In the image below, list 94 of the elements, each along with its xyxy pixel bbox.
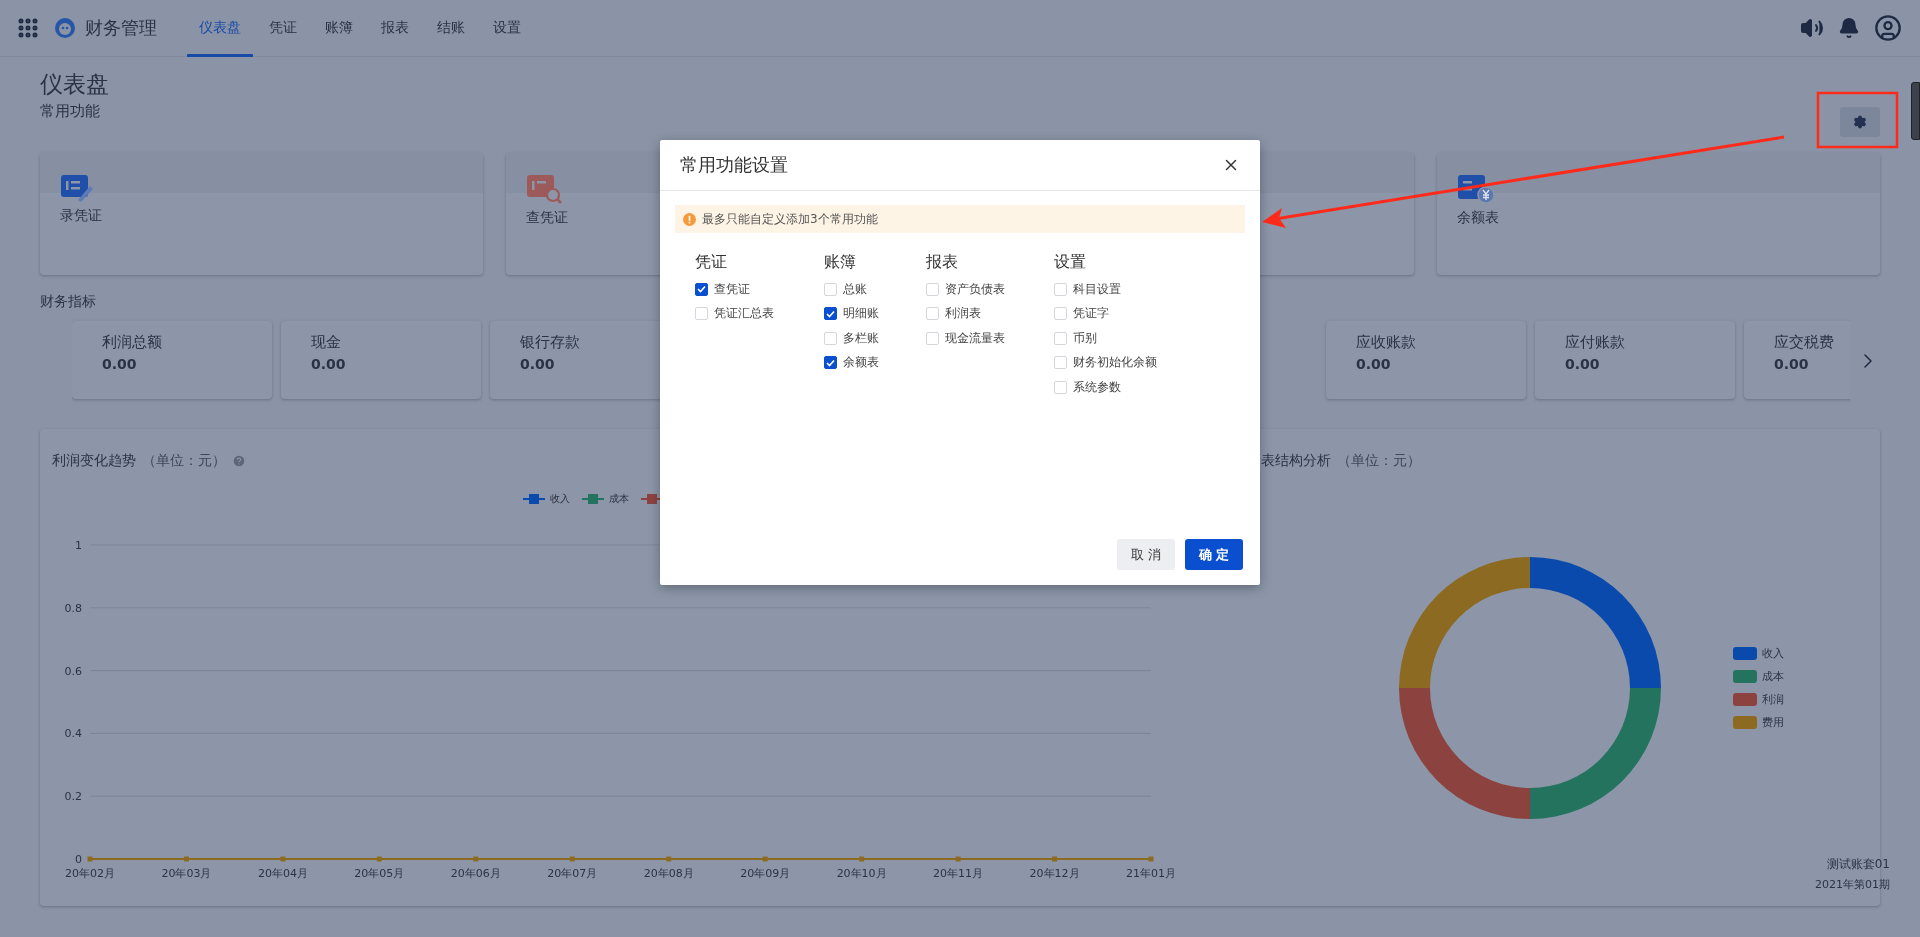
legend-label: 费用 xyxy=(1762,715,1784,730)
axis-label: 20年07月 xyxy=(547,867,598,880)
checkbox[interactable] xyxy=(824,307,837,321)
legend-label: 收入 xyxy=(550,492,570,506)
period-label: 2021年第01期 xyxy=(1815,877,1890,892)
axis-label: 20年02月 xyxy=(65,867,115,880)
indicator-value: 0.00 xyxy=(102,356,138,372)
nav-tab[interactable]: 设置 xyxy=(481,0,533,57)
axis-label: 0.4 xyxy=(64,727,82,741)
axis-label: 0.6 xyxy=(64,664,82,678)
app-name: 财务管理 xyxy=(85,16,157,40)
settings-button[interactable] xyxy=(1840,107,1880,137)
legend-marker xyxy=(523,494,545,504)
option-checkbox[interactable]: 查凭证 xyxy=(695,277,824,302)
voucher-pen-icon xyxy=(60,173,94,203)
indicator-label: 应收账款 xyxy=(1356,333,1417,352)
indicator-label: 应交税费 xyxy=(1774,333,1835,352)
legend-marker xyxy=(582,494,604,504)
indicator-label: 银行存款 xyxy=(520,333,581,352)
section-title: 财务指标 xyxy=(40,292,97,311)
option-checkbox[interactable]: 币别 xyxy=(1054,326,1260,351)
help-icon[interactable] xyxy=(232,454,246,468)
axis-label: 0.2 xyxy=(64,790,82,804)
indicator-value: 0.00 xyxy=(1356,356,1392,372)
speaker-icon[interactable] xyxy=(1800,16,1824,40)
axis-label: 20年04月 xyxy=(257,867,308,880)
group-title: 凭证 xyxy=(695,251,728,273)
dialog-button[interactable]: 确 定 xyxy=(1185,539,1243,570)
axis-label: 21年01月 xyxy=(1126,867,1176,880)
legend-label: 成本 xyxy=(609,492,629,506)
axis-label: 20年10月 xyxy=(836,867,887,880)
apps-grid-icon[interactable] xyxy=(16,16,40,40)
user-avatar-icon[interactable] xyxy=(1874,14,1902,42)
dialog-button[interactable]: 取 消 xyxy=(1117,539,1175,570)
indicator-label: 现金 xyxy=(311,333,342,352)
chart-title: 利润变化趋势 xyxy=(52,452,136,470)
axis-label: 20年03月 xyxy=(161,867,212,880)
notice-text: 最多只能自定义添加3个常用功能 xyxy=(702,210,878,228)
warning-icon xyxy=(683,212,696,226)
axis-label: 0 xyxy=(75,853,82,866)
indicator-value: 0.00 xyxy=(1565,356,1601,372)
list-yen-icon xyxy=(1457,173,1496,205)
unit-label: （单位：元） xyxy=(142,452,226,470)
checkbox[interactable] xyxy=(824,356,837,370)
axis-label: 1 xyxy=(75,539,82,552)
legend-marker xyxy=(641,494,663,504)
indicator-value: 0.00 xyxy=(1774,356,1810,372)
nav-tab[interactable]: 凭证 xyxy=(257,0,309,57)
axis-label: 20年05月 xyxy=(354,867,405,880)
axis-label: 20年12月 xyxy=(1029,867,1080,880)
axis-label: 20年08月 xyxy=(643,867,694,880)
unit-label: （单位：元） xyxy=(1337,452,1421,470)
shortcut-button[interactable]: 录凭证 xyxy=(60,173,102,225)
option-checkbox[interactable]: 财务初始化余额 xyxy=(1054,350,1260,375)
axis-label: 20年09月 xyxy=(740,867,791,880)
axis-label: 0.8 xyxy=(64,601,82,615)
page-title: 仪表盘 xyxy=(40,70,109,99)
option-checkbox[interactable]: 资产负债表 xyxy=(926,277,1054,302)
bell-icon[interactable] xyxy=(1838,17,1860,39)
nav-tab[interactable]: 结账 xyxy=(425,0,477,57)
option-checkbox[interactable]: 总账 xyxy=(824,277,926,302)
indicator-label: 利润总额 xyxy=(102,333,163,352)
chart-title: 表结构分析 xyxy=(1261,452,1331,470)
shortcut-button[interactable]: 余额表 xyxy=(1457,173,1500,227)
nav-tab[interactable]: 账簿 xyxy=(313,0,365,57)
option-checkbox[interactable]: 系统参数 xyxy=(1054,375,1260,400)
indicator-value: 0.00 xyxy=(520,356,556,372)
dialog-title: 常用功能设置 xyxy=(680,153,788,177)
gear-icon xyxy=(1853,115,1867,129)
logo-icon xyxy=(54,17,76,39)
group-title: 账簿 xyxy=(824,251,857,273)
account-name: 测试账套01 xyxy=(1826,856,1890,873)
option-checkbox[interactable]: 多栏账 xyxy=(824,326,926,351)
checkbox[interactable] xyxy=(695,282,708,296)
legend-label: 成本 xyxy=(1762,669,1784,684)
option-checkbox[interactable]: 明细账 xyxy=(824,301,926,326)
indicator-value: 0.00 xyxy=(311,356,347,372)
option-checkbox[interactable]: 凭证汇总表 xyxy=(695,301,824,326)
section-title: 常用功能 xyxy=(40,101,101,122)
side-widget[interactable] xyxy=(1911,82,1920,140)
option-checkbox[interactable]: 余额表 xyxy=(824,350,926,375)
shortcut-button[interactable]: 查凭证 xyxy=(525,173,568,227)
nav-tab[interactable]: 报表 xyxy=(369,0,421,57)
axis-label: 20年06月 xyxy=(450,867,501,880)
axis-label: 20年11月 xyxy=(933,867,984,880)
option-checkbox[interactable]: 利润表 xyxy=(926,301,1054,326)
option-checkbox[interactable]: 科目设置 xyxy=(1054,277,1260,302)
option-checkbox[interactable]: 现金流量表 xyxy=(926,326,1054,351)
legend-label: 利润 xyxy=(1762,692,1784,707)
legend-label: 收入 xyxy=(1762,646,1784,661)
group-title: 设置 xyxy=(1054,251,1087,273)
group-title: 报表 xyxy=(926,251,959,273)
indicator-label: 应付账款 xyxy=(1565,333,1626,352)
option-checkbox[interactable]: 凭证字 xyxy=(1054,301,1260,326)
